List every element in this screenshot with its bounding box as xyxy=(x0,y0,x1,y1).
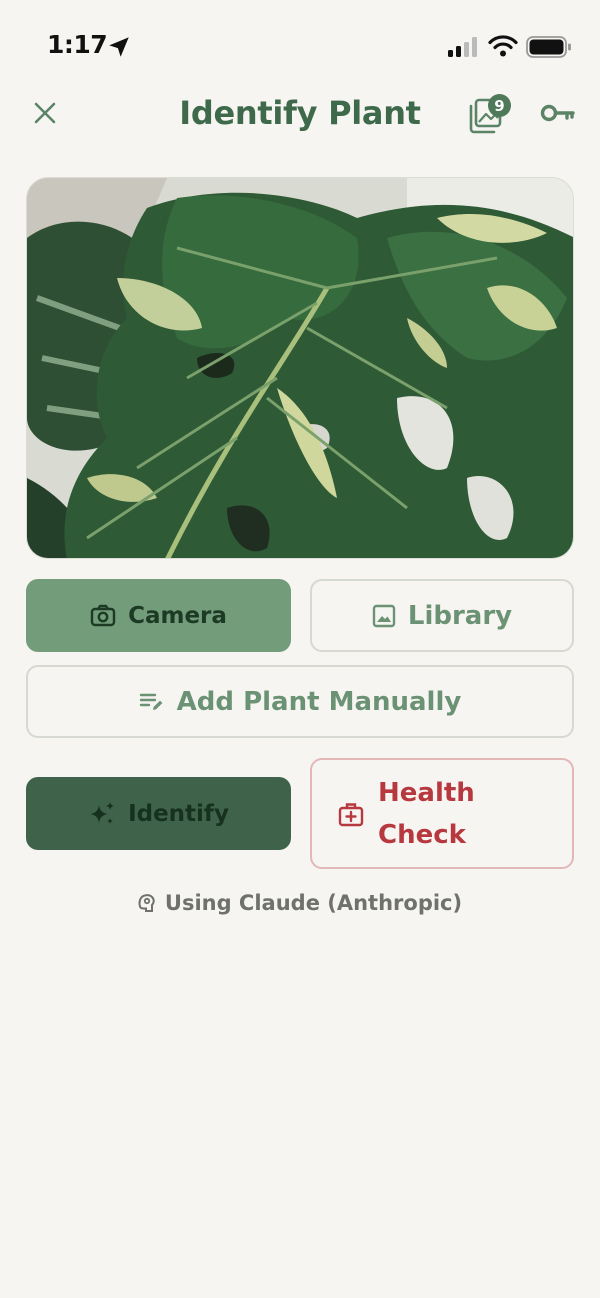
history-count-badge: 9 xyxy=(488,94,511,117)
sparkles-icon xyxy=(88,801,116,827)
battery-icon xyxy=(526,36,572,62)
health-check-button[interactable]: Health Check xyxy=(310,758,574,869)
add-plant-manually-button[interactable]: Add Plant Manually xyxy=(26,665,574,738)
edit-note-icon xyxy=(139,690,165,714)
identify-button-label: Identify xyxy=(128,800,229,827)
cellular-signal-icon xyxy=(448,37,480,61)
library-button[interactable]: Library xyxy=(310,579,574,652)
camera-button[interactable]: Camera xyxy=(26,579,291,652)
status-time: 1:17 xyxy=(47,30,108,59)
camera-icon xyxy=(90,604,116,628)
status-bar: 1:17 xyxy=(0,0,600,92)
camera-button-label: Camera xyxy=(128,602,227,629)
location-arrow-icon xyxy=(106,34,132,64)
photo-stack-icon xyxy=(466,98,512,142)
identify-button[interactable]: Identify xyxy=(26,777,291,850)
brain-icon xyxy=(138,893,156,913)
image-icon xyxy=(372,604,396,628)
ai-provider-text: Using Claude (Anthropic) xyxy=(164,891,463,915)
library-button-label: Library xyxy=(407,600,513,631)
medical-kit-icon xyxy=(338,801,364,827)
ai-provider-note: Using Claude (Anthropic) xyxy=(0,891,600,915)
nav-bar: Identify Plant xyxy=(0,92,600,140)
add-plant-manually-label: Add Plant Manually xyxy=(176,686,462,717)
health-check-label: Health Check xyxy=(378,777,475,850)
plant-photo xyxy=(26,177,574,559)
wifi-icon xyxy=(488,35,518,61)
api-key-button[interactable] xyxy=(540,100,580,130)
key-icon xyxy=(540,104,576,130)
